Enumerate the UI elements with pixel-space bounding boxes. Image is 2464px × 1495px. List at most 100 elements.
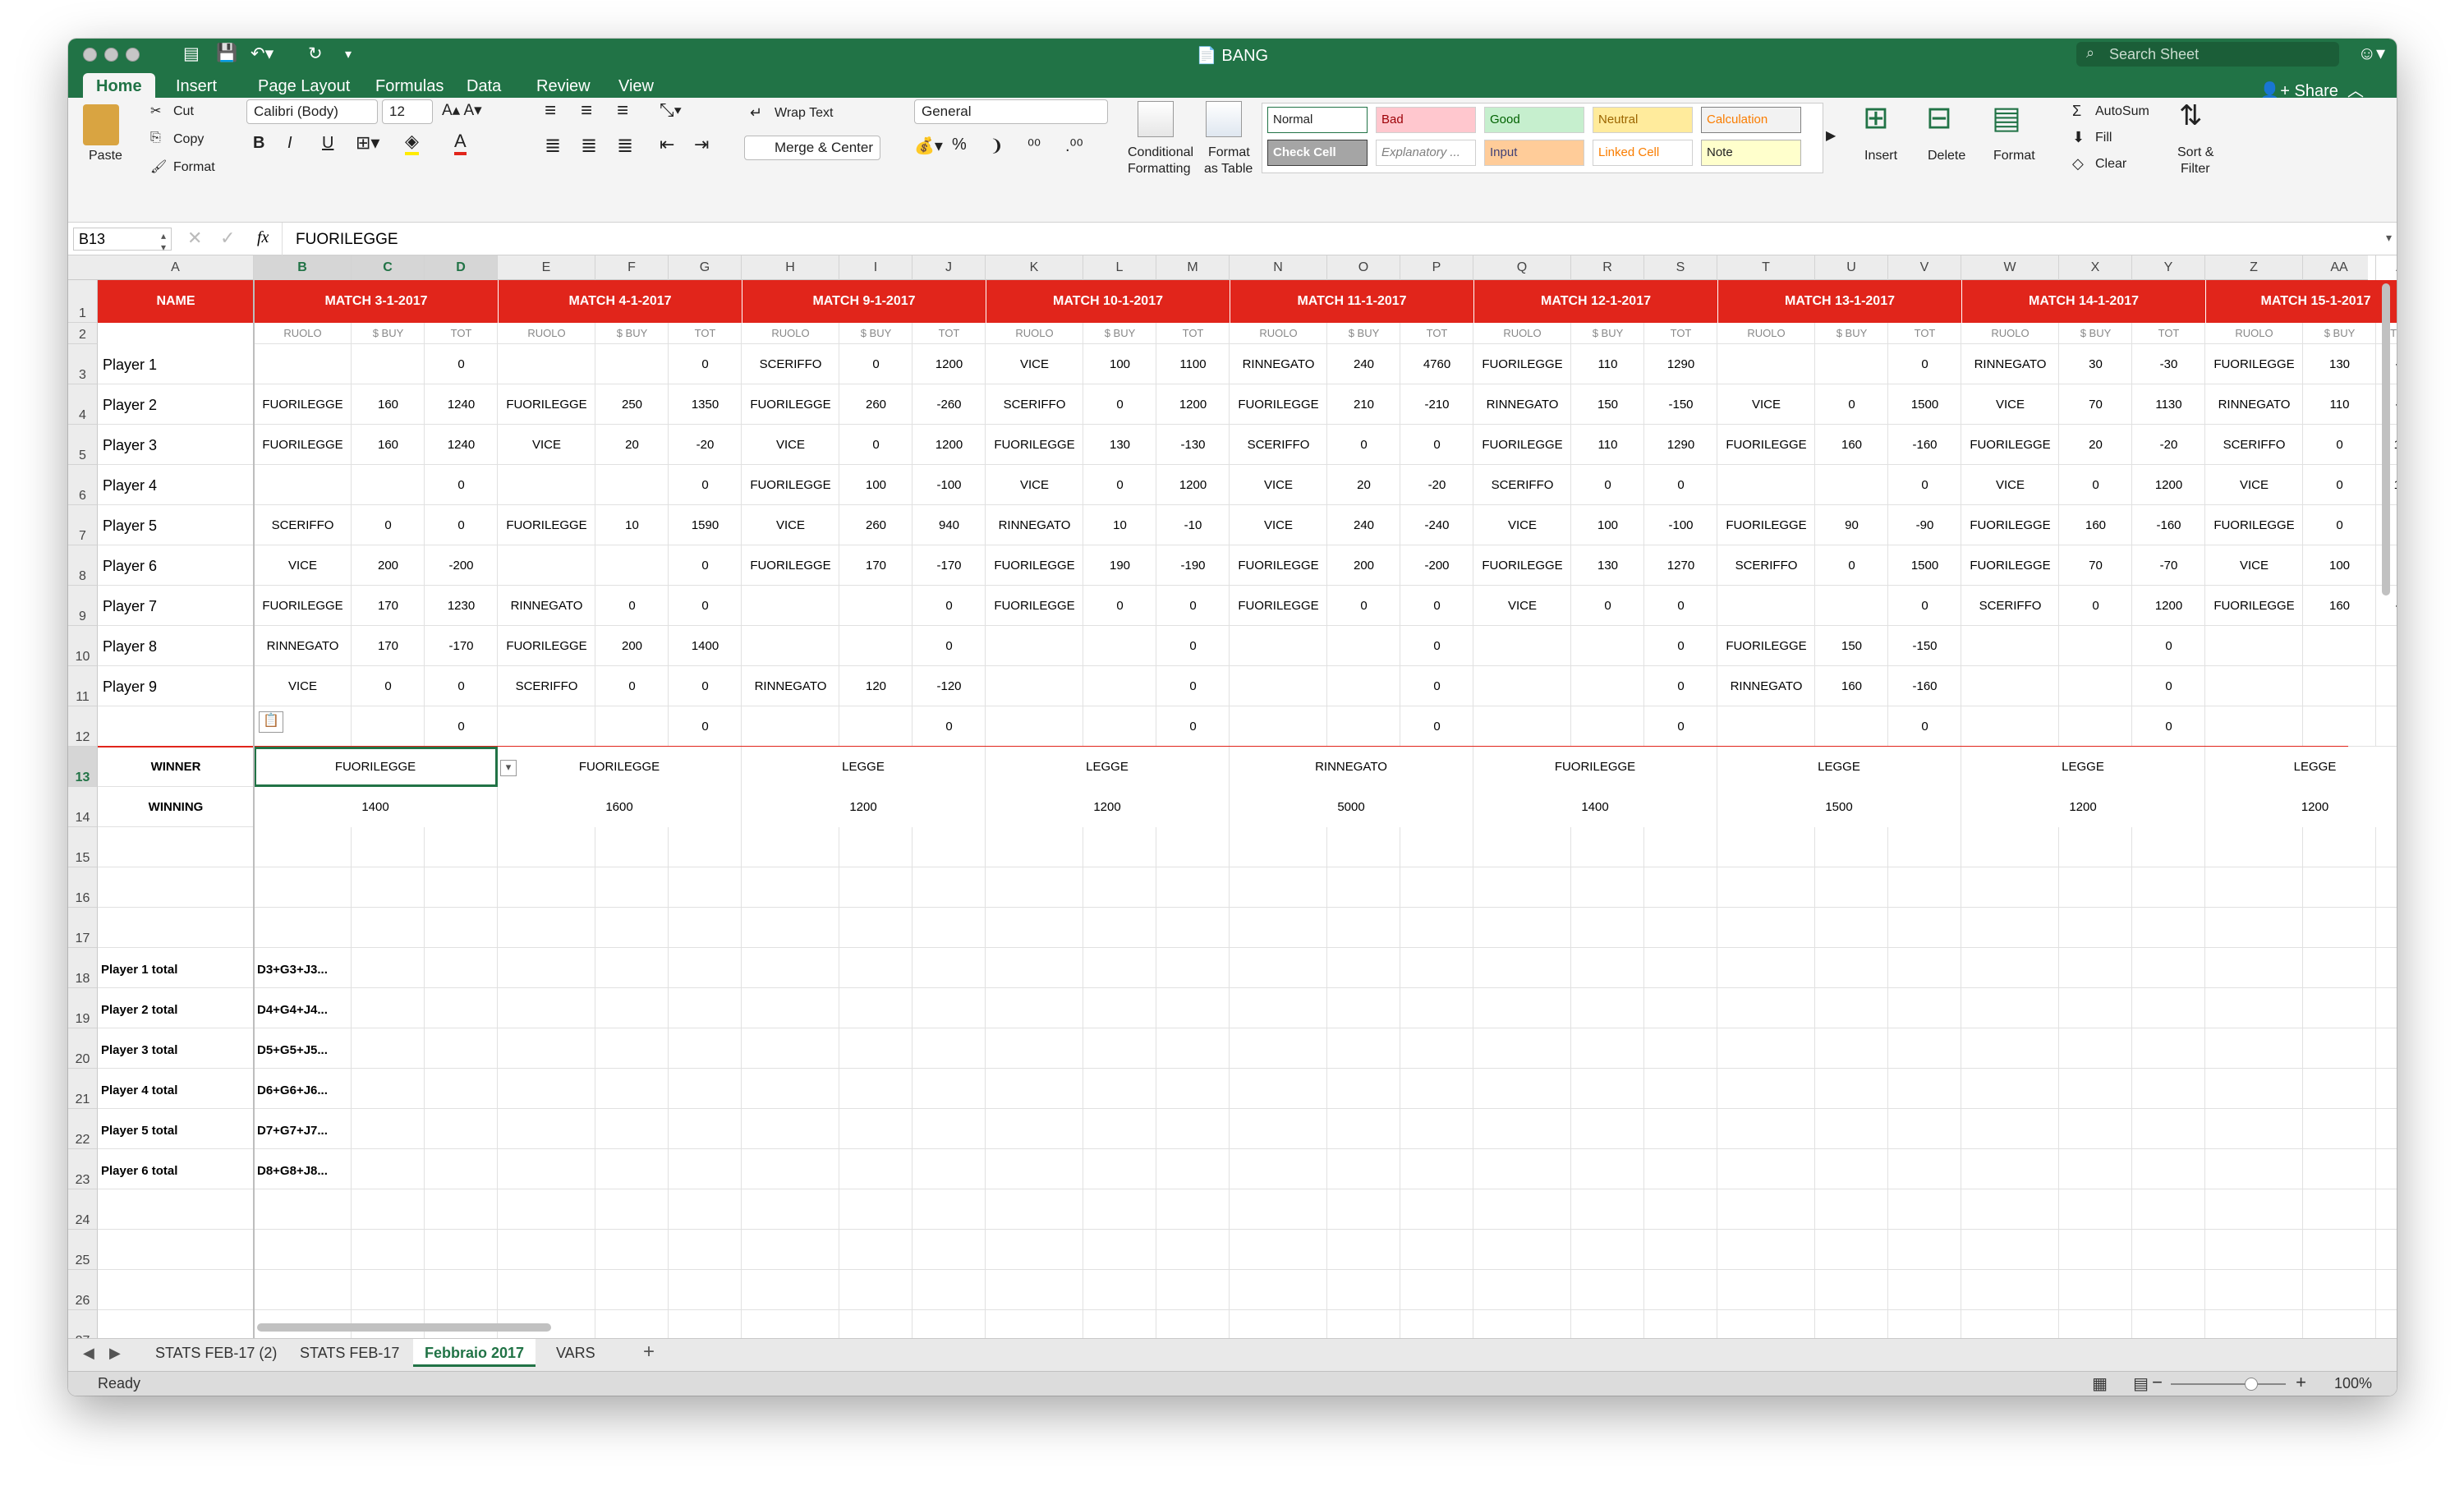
player-cell-buy[interactable] xyxy=(1571,666,1644,706)
player-cell-tot[interactable]: 0 xyxy=(669,545,742,586)
player-cell-tot[interactable]: 0 xyxy=(1400,425,1473,465)
player-cell-buy[interactable]: 20 xyxy=(2059,425,2132,465)
player-cell-ruolo[interactable]: FUORILEGGE xyxy=(254,425,352,465)
player-cell-buy[interactable]: 0 xyxy=(1327,425,1400,465)
player-cell-buy[interactable] xyxy=(1815,344,1888,384)
row-header[interactable]: 25 xyxy=(68,1230,98,1270)
match-header[interactable]: MATCH 9-1-2017 xyxy=(742,280,986,323)
style-check-cell[interactable]: Check Cell xyxy=(1267,140,1368,166)
column-header[interactable]: B xyxy=(254,255,352,280)
player-cell-ruolo[interactable]: RINNEGATO xyxy=(498,586,595,626)
font-size-select[interactable]: 12 xyxy=(382,99,433,124)
player-cell-ruolo[interactable] xyxy=(254,465,352,505)
player-cell-tot[interactable]: 0 xyxy=(1888,586,1961,626)
player-cell-ruolo[interactable] xyxy=(2205,626,2303,666)
winner-cell[interactable]: LEGGE xyxy=(2205,747,2397,787)
player-cell-tot[interactable]: 0 xyxy=(1156,626,1230,666)
column-header[interactable]: K xyxy=(986,255,1083,280)
winning-cell[interactable]: 1200 xyxy=(986,787,1230,827)
player-cell-tot[interactable]: 1200 xyxy=(2132,465,2205,505)
subheader-ruolo[interactable]: RUOLO xyxy=(1717,323,1815,344)
increase-decimal-icon[interactable]: ⁰⁰ xyxy=(1027,136,1041,156)
row12-total[interactable]: 0 xyxy=(1644,706,1717,747)
winner-cell[interactable]: LEGGE xyxy=(742,747,986,787)
sort-filter-label[interactable]: Sort & xyxy=(2177,145,2213,160)
player-cell-buy[interactable]: 30 xyxy=(2059,344,2132,384)
player-cell-tot[interactable]: 0 xyxy=(1644,586,1717,626)
zoom-in-button[interactable]: + xyxy=(2296,1372,2306,1393)
delete-cells-button[interactable]: Delete xyxy=(1928,149,1965,163)
conditional-formatting-icon[interactable] xyxy=(1138,101,1174,137)
font-name-select[interactable]: Calibri (Body) xyxy=(246,99,378,124)
player-cell-ruolo[interactable]: RINNEGATO xyxy=(1961,344,2059,384)
player-cell-tot[interactable]: 1500 xyxy=(1888,545,1961,586)
player-cell-tot[interactable]: -100 xyxy=(913,465,986,505)
player-cell-ruolo[interactable]: FUORILEGGE xyxy=(1230,384,1327,425)
player-cell-tot[interactable]: 0 xyxy=(1156,666,1230,706)
tab-page-layout[interactable]: Page Layout xyxy=(245,73,363,98)
winning-cell[interactable]: 1200 xyxy=(2205,787,2397,827)
player-cell-ruolo[interactable]: VICE xyxy=(742,505,839,545)
player-cell-tot[interactable]: -20 xyxy=(1400,465,1473,505)
column-header[interactable]: V xyxy=(1888,255,1961,280)
format-painter-icon[interactable]: 🖌 xyxy=(150,159,167,175)
player-cell-ruolo[interactable]: FUORILEGGE xyxy=(1473,344,1571,384)
player-cell-tot[interactable]: -170 xyxy=(425,626,498,666)
player-cell-buy[interactable]: 250 xyxy=(595,384,669,425)
player-cell-buy[interactable]: 0 xyxy=(1571,465,1644,505)
subheader-ruolo[interactable]: RUOLO xyxy=(1961,323,2059,344)
player-cell-tot[interactable]: -200 xyxy=(1400,545,1473,586)
player-cell-ruolo[interactable]: FUORILEGGE xyxy=(986,586,1083,626)
column-header[interactable]: X xyxy=(2059,255,2132,280)
player-name[interactable]: Player 2 xyxy=(98,384,254,425)
player-cell-buy[interactable] xyxy=(2303,626,2376,666)
player-cell-buy[interactable] xyxy=(1327,666,1400,706)
paste-clipboard-icon[interactable] xyxy=(83,104,119,145)
player-cell-ruolo[interactable]: FUORILEGGE xyxy=(986,545,1083,586)
row-header[interactable]: 14 xyxy=(68,787,98,827)
fill-button[interactable]: Fill xyxy=(2095,131,2112,145)
row-header[interactable]: 1 xyxy=(68,280,98,323)
player-cell-ruolo[interactable]: FUORILEGGE xyxy=(498,384,595,425)
player-cell-ruolo[interactable]: VICE xyxy=(1961,465,2059,505)
name-header[interactable]: NAME xyxy=(98,280,254,323)
player-cell-ruolo[interactable]: SCERIFFO xyxy=(1961,586,2059,626)
subheader-ruolo[interactable]: RUOLO xyxy=(742,323,839,344)
player-cell-buy[interactable]: 130 xyxy=(2303,344,2376,384)
orientation-icon[interactable]: ⤡▾ xyxy=(660,99,682,121)
player-cell-buy[interactable]: 0 xyxy=(2303,465,2376,505)
match-header[interactable]: MATCH 4-1-2017 xyxy=(498,280,742,323)
row12-total[interactable]: 0 xyxy=(1156,706,1230,747)
subheader-blank[interactable] xyxy=(98,323,254,344)
increase-indent-icon[interactable]: ⇥ xyxy=(694,134,709,155)
autosum-button[interactable]: AutoSum xyxy=(2095,104,2149,119)
align-center-icon[interactable]: ≣ xyxy=(581,134,597,158)
player-cell-ruolo[interactable]: VICE xyxy=(1473,586,1571,626)
align-left-icon[interactable]: ≣ xyxy=(545,134,561,158)
column-header[interactable]: Y xyxy=(2132,255,2205,280)
row-header[interactable]: 26 xyxy=(68,1270,98,1310)
player-cell-buy[interactable]: 150 xyxy=(1815,626,1888,666)
player-cell-tot[interactable]: -150 xyxy=(1888,626,1961,666)
player-cell-buy[interactable]: 200 xyxy=(352,545,425,586)
number-format-select[interactable]: General xyxy=(914,99,1108,124)
align-right-icon[interactable]: ≣ xyxy=(617,134,633,158)
player-cell-tot[interactable]: -160 xyxy=(2132,505,2205,545)
player-total-label[interactable]: Player 4 total xyxy=(98,1069,254,1109)
row-header[interactable]: 4 xyxy=(68,384,98,425)
row-header[interactable]: 7 xyxy=(68,505,98,545)
player-cell-buy[interactable]: 0 xyxy=(1327,586,1400,626)
row-header[interactable]: 17 xyxy=(68,908,98,948)
sort-filter-label-2[interactable]: Filter xyxy=(2181,162,2210,177)
player-cell-tot[interactable]: 1290 xyxy=(1644,425,1717,465)
player-cell-ruolo[interactable] xyxy=(1717,344,1815,384)
row-header[interactable]: 22 xyxy=(68,1109,98,1149)
column-header[interactable]: N xyxy=(1230,255,1327,280)
zoom-level[interactable]: 100% xyxy=(2334,1375,2372,1392)
sheet-tab[interactable]: STATS FEB-17 xyxy=(288,1339,411,1367)
player-cell-buy[interactable]: 170 xyxy=(352,626,425,666)
player-cell-ruolo[interactable]: SCERIFFO xyxy=(1717,545,1815,586)
player-cell-buy[interactable]: 170 xyxy=(839,545,913,586)
player-cell-tot[interactable]: 0 xyxy=(1400,626,1473,666)
player-cell-ruolo[interactable]: FUORILEGGE xyxy=(1961,425,2059,465)
